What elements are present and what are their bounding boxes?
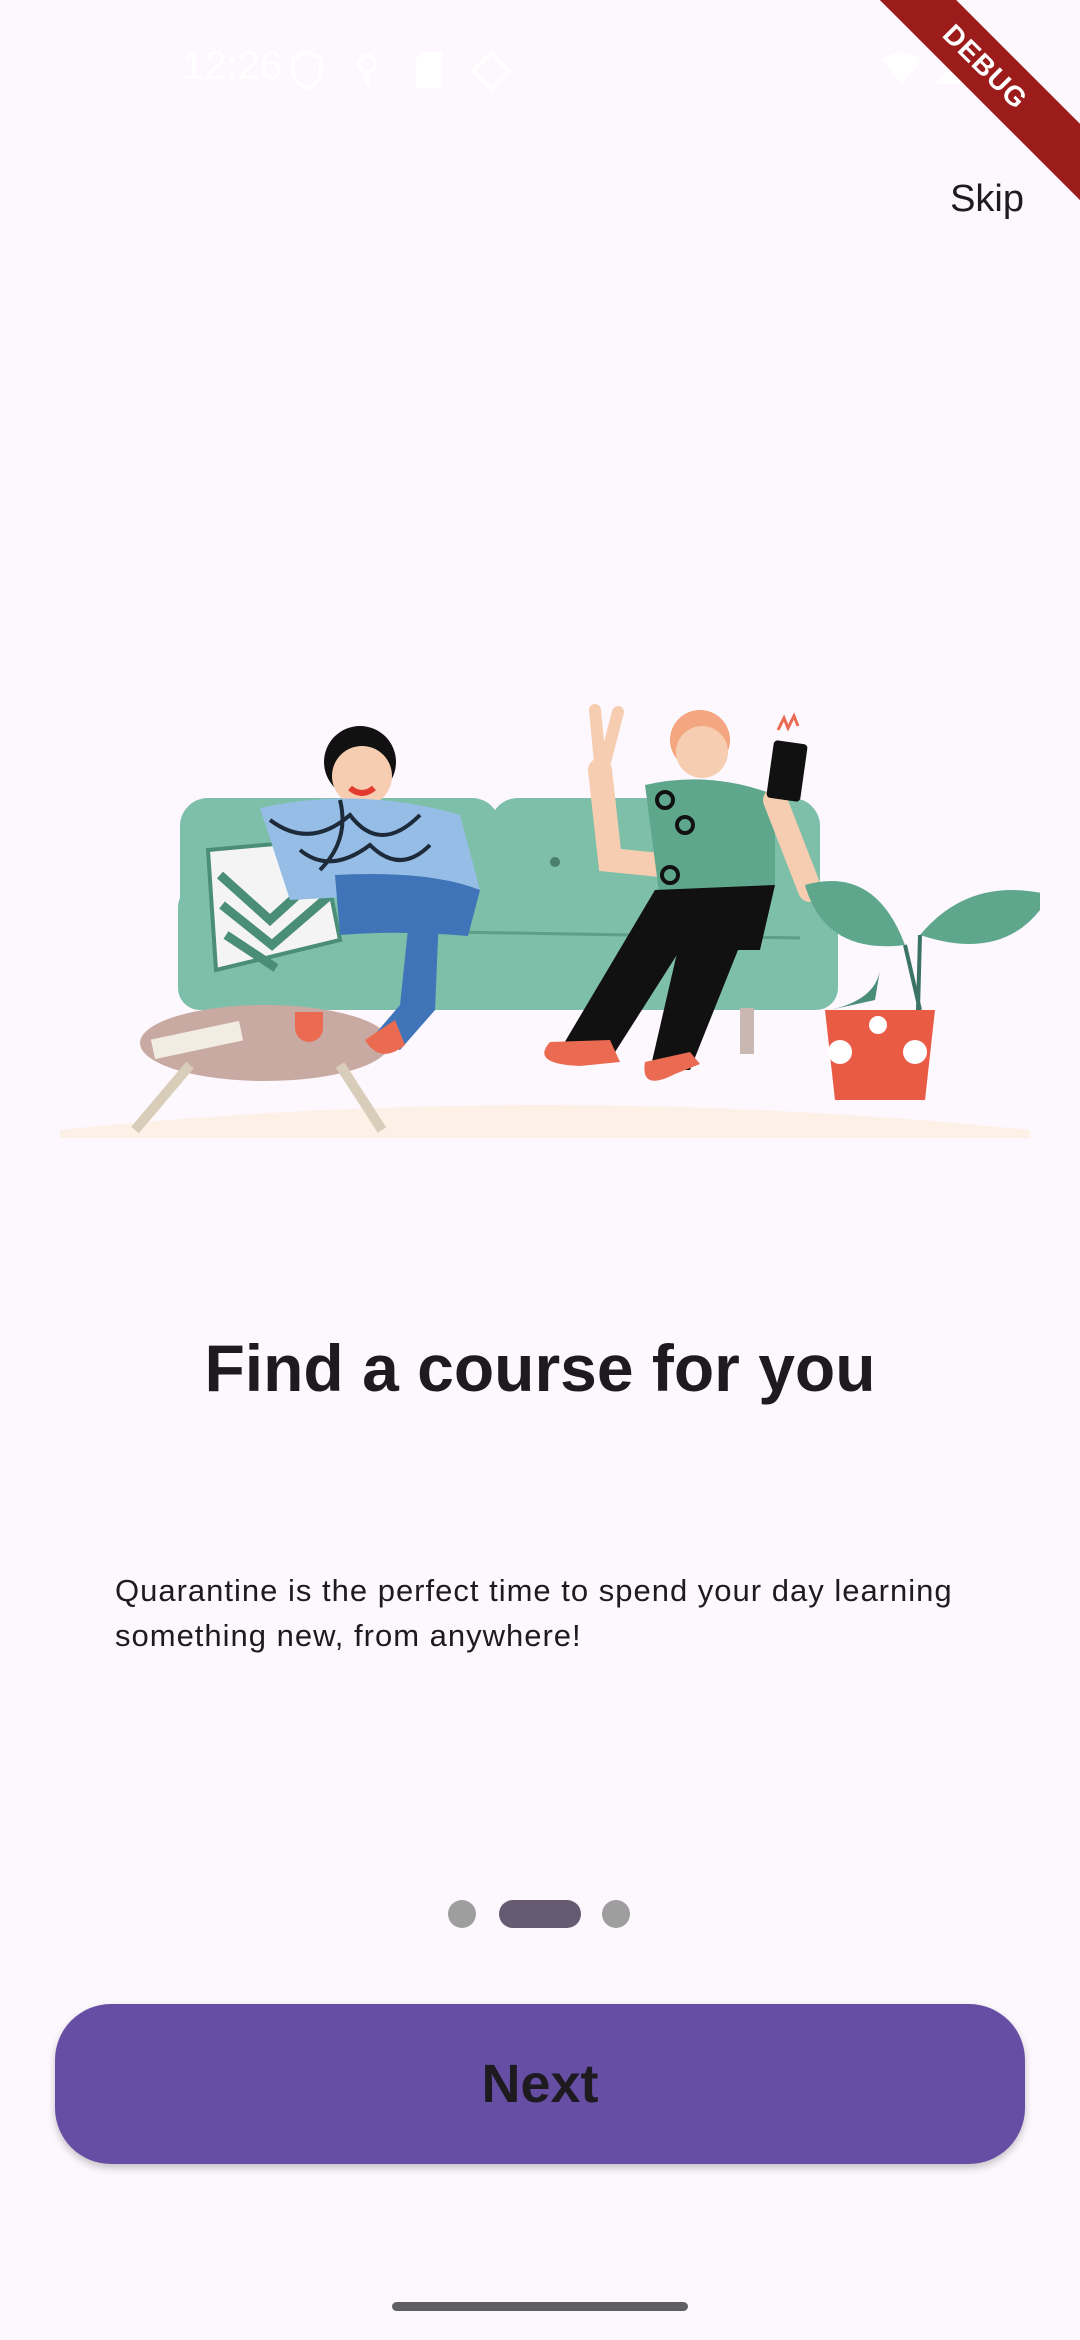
skip-button[interactable]: Skip (948, 174, 1026, 225)
location-icon (352, 50, 382, 95)
sd-card-icon (412, 50, 446, 95)
page-dot-2-active (499, 1900, 581, 1928)
wifi-icon (880, 50, 924, 91)
home-indicator[interactable] (392, 2302, 688, 2311)
page-dot-3 (602, 1900, 630, 1928)
page-indicator (0, 1898, 1080, 1928)
diamond-icon (470, 50, 512, 97)
people-on-sofa-illustration (40, 690, 1050, 1160)
shield-icon (290, 49, 324, 95)
onboarding-description: Quarantine is the perfect time to spend … (115, 1573, 953, 1653)
page-dot-1 (448, 1900, 476, 1928)
onboarding-title: Find a course for you (204, 1331, 876, 1405)
status-time: 12:26 (182, 44, 283, 88)
next-button[interactable]: Next (55, 2004, 1025, 2164)
